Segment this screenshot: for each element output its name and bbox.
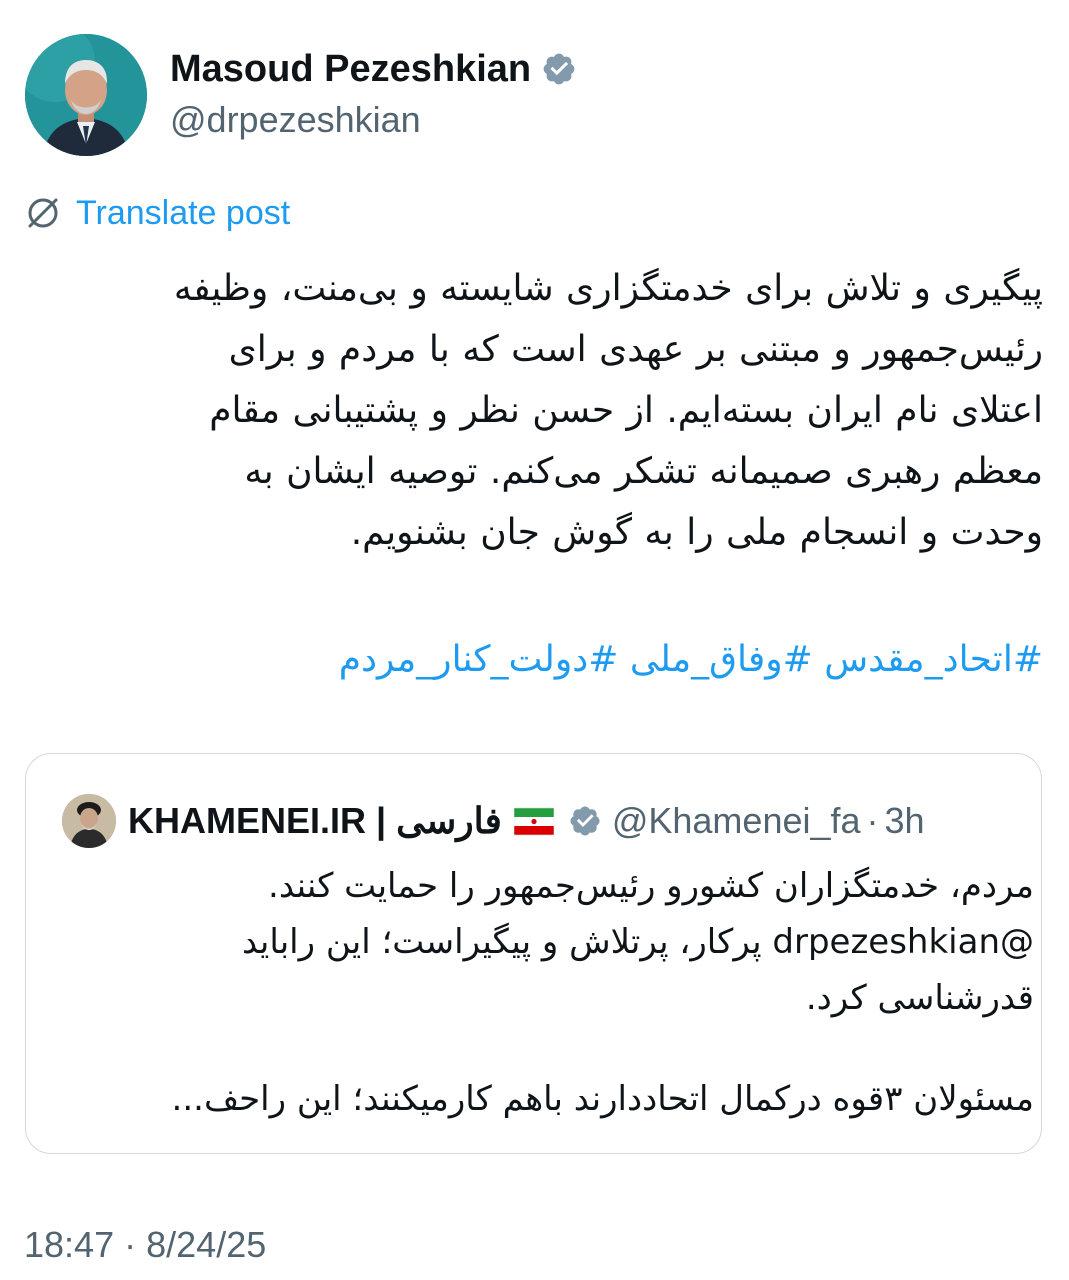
translate-globe-icon: [24, 194, 62, 232]
quoted-author-avatar[interactable]: [62, 794, 116, 848]
post-timestamp[interactable]: 18:47 · 8/24/25: [24, 1222, 266, 1268]
timestamp-separator: ·: [124, 1224, 137, 1265]
post-text: پیگیری و تلاش برای خدمتگزاری شایسته و بی…: [28, 258, 1043, 563]
verified-badge-icon: [541, 51, 577, 87]
quoted-separator: ·: [866, 800, 879, 841]
quoted-text-line: @drpezeshkian پرکار، پرتلاش و پیگیراست؛ …: [242, 922, 1034, 962]
hashtag-link[interactable]: #اتحاد_مقدس: [824, 639, 1043, 680]
iran-flag-icon: [513, 806, 555, 836]
quoted-verified-badge-icon: [568, 804, 602, 838]
quoted-post-card[interactable]: KHAMENEI.IR | فارسی @Khamenei_fa · 3h مر…: [25, 753, 1042, 1154]
post-text-line: معظم رهبری صمیمانه تشکر می‌کنم. توصیه ای…: [244, 451, 1043, 492]
author-handle[interactable]: @drpezeshkian: [170, 98, 421, 142]
hashtag-link[interactable]: #دولت_کنار_مردم: [339, 639, 619, 680]
quoted-post-header: KHAMENEI.IR | فارسی @Khamenei_fa · 3h: [62, 792, 925, 850]
quoted-post-time[interactable]: 3h: [885, 800, 925, 842]
quoted-author-handle[interactable]: @Khamenei_fa: [612, 800, 861, 842]
quoted-text-line: مردم، خدمتگزاران کشورو رئیس‌جمهور را حما…: [268, 866, 1034, 906]
author-name-row[interactable]: Masoud Pezeshkian: [170, 46, 577, 92]
quoted-author-name[interactable]: KHAMENEI.IR | فارسی: [128, 800, 502, 842]
quoted-text-truncated-line: مسئولان ۳قوه درکمال اتحاددارند باهم کارم…: [171, 1079, 1034, 1119]
hashtag-row: #اتحاد_مقدس #وفاق_ملی #دولت_کنار_مردم: [28, 628, 1043, 692]
post-text-line: رئیس‌جمهور و مبتنی بر عهدی است که با مرد…: [228, 329, 1043, 370]
quoted-avatar-photo: [62, 794, 116, 848]
post-date: 8/24/25: [146, 1224, 267, 1265]
author-name[interactable]: Masoud Pezeshkian: [170, 46, 531, 92]
translate-post-label: Translate post: [76, 194, 291, 232]
avatar-photo: [25, 34, 147, 156]
author-avatar[interactable]: [25, 34, 147, 156]
translate-post-button[interactable]: Translate post: [24, 192, 290, 234]
hashtag-link[interactable]: #وفاق_ملی: [630, 639, 813, 680]
post-text-line: وحدت و انسجام ملی را به گوش جان بشنویم.: [350, 512, 1043, 553]
post-time: 18:47: [24, 1224, 115, 1265]
quoted-text-line: قدرشناسی کرد.: [805, 978, 1034, 1018]
post-text-line: اعتلای نام ایران بسته‌ایم. از حسن نظر و …: [209, 390, 1043, 431]
quoted-post-text: مردم، خدمتگزاران کشورو رئیس‌جمهور را حما…: [70, 858, 1034, 1127]
post-text-line: پیگیری و تلاش برای خدمتگزاری شایسته و بی…: [173, 268, 1043, 309]
